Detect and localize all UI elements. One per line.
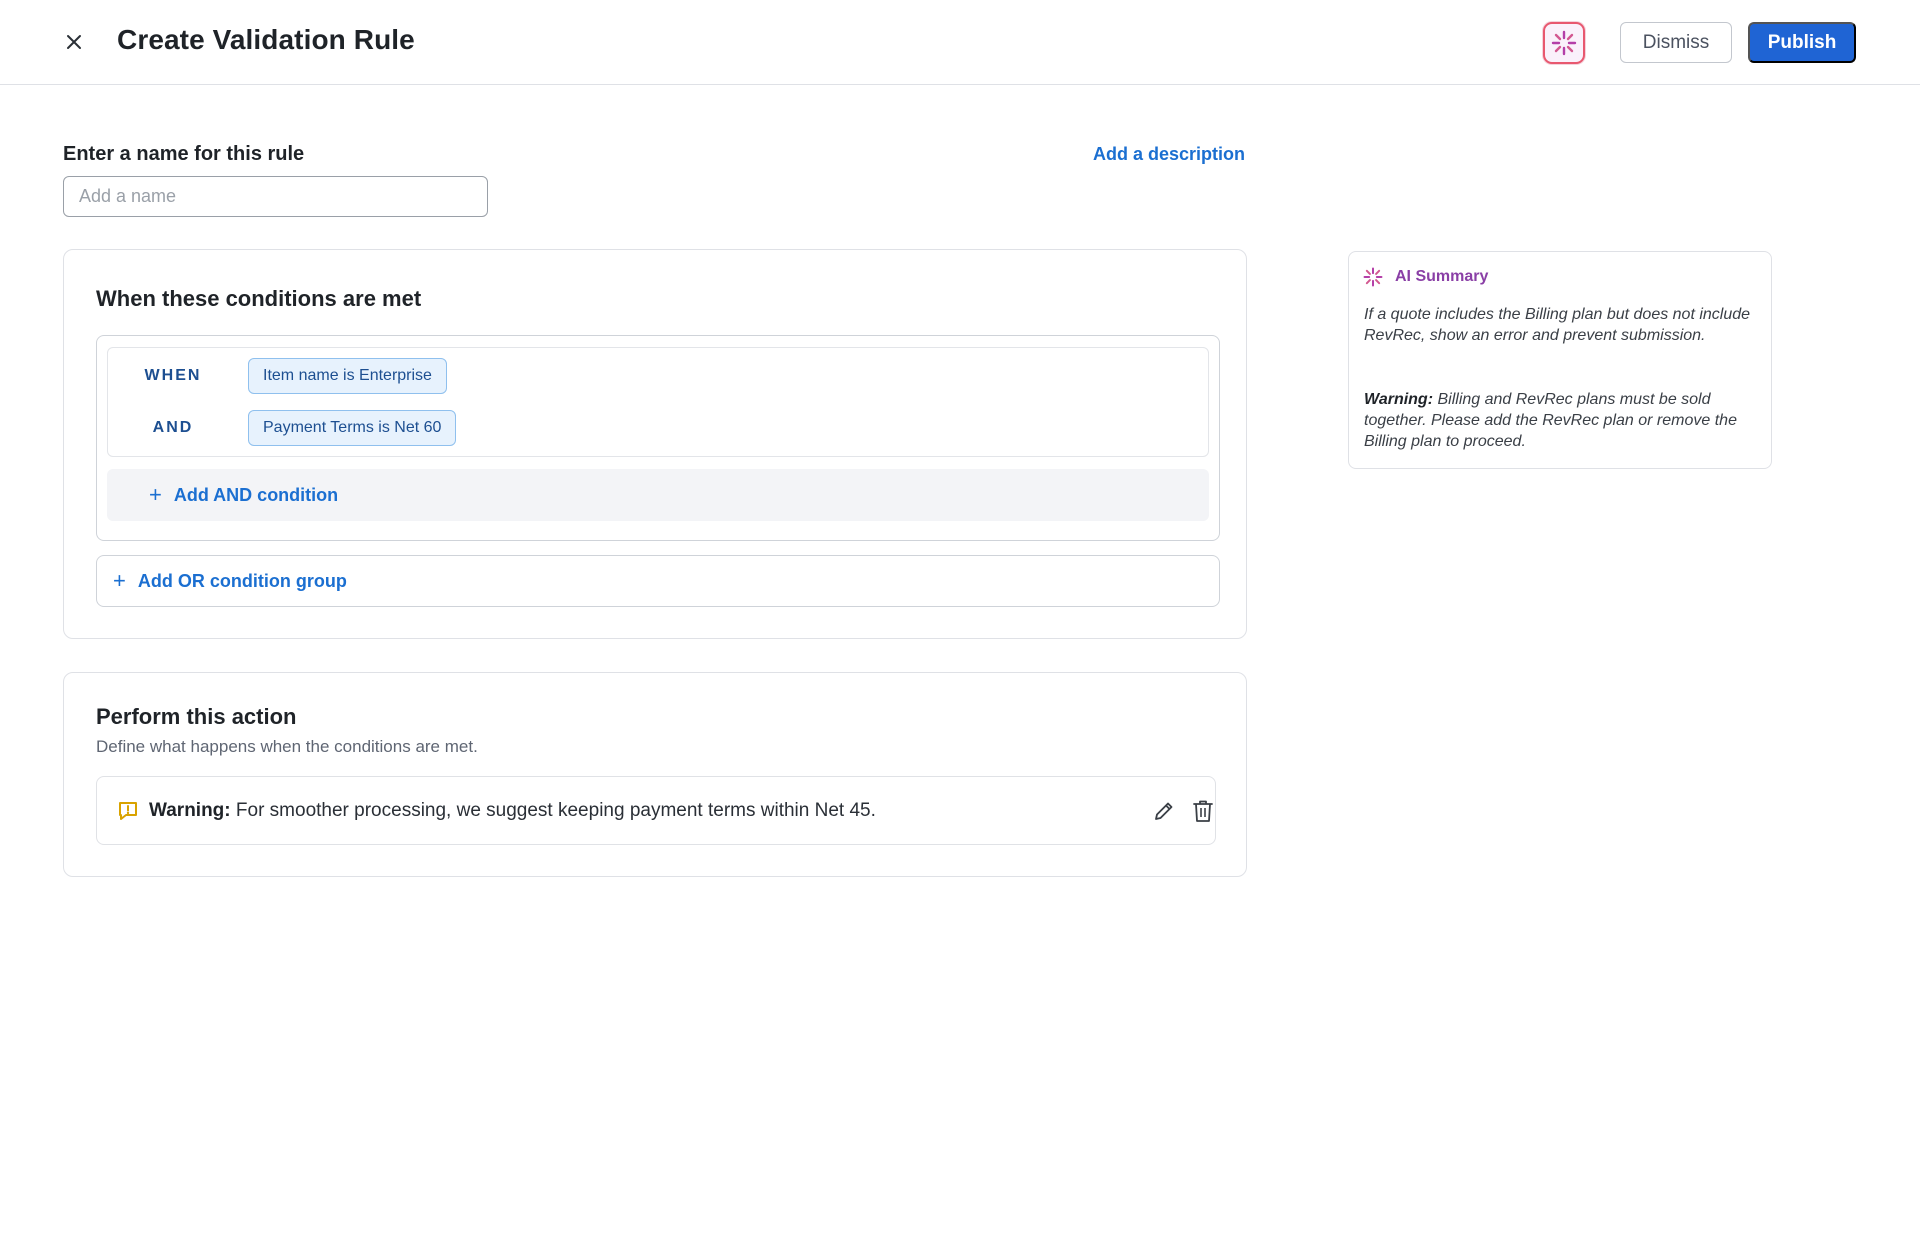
conditions-card: When these conditions are met WHEN Item … (63, 249, 1247, 639)
condition-row: WHEN Item name is Enterprise (108, 358, 1208, 394)
publish-button[interactable]: Publish (1748, 22, 1856, 63)
add-and-condition-button[interactable]: + Add AND condition (107, 469, 1209, 521)
plus-icon: + (113, 568, 126, 593)
ai-summary-warning-label: Warning: (1364, 391, 1434, 408)
ai-summary-warning: Warning: Billing and RevRec plans must b… (1364, 389, 1759, 452)
action-title: Perform this action (96, 704, 297, 729)
action-message-text: For smoother processing, we suggest keep… (230, 800, 876, 821)
rule-name-input[interactable] (63, 176, 488, 217)
close-icon (67, 35, 81, 49)
sparkle-icon (1363, 267, 1383, 287)
condition-operator: AND (152, 419, 194, 436)
action-type-label: Warning: (149, 800, 231, 821)
add-or-condition-group-button[interactable]: + Add OR condition group (96, 555, 1220, 607)
ai-summary-header: AI Summary (1363, 267, 1488, 287)
ai-summary-text: If a quote includes the Billing plan but… (1364, 306, 1751, 344)
condition-operator: WHEN (144, 367, 202, 384)
page-title: Create Validation Rule (117, 24, 415, 55)
conditions-title: When these conditions are met (96, 286, 422, 311)
add-and-condition-label: Add AND condition (173, 484, 339, 505)
action-subtitle: Define what happens when the conditions … (96, 737, 478, 756)
header-bar: Create Validation Rule Dismiss Publish (0, 0, 1920, 85)
condition-row: AND Payment Terms is Net 60 (108, 410, 1208, 446)
rule-name-label: Enter a name for this rule (63, 143, 305, 165)
condition-chip[interactable]: Payment Terms is Net 60 (248, 410, 457, 446)
action-item: Warning: For smoother processing, we sug… (96, 776, 1216, 845)
action-card: Perform this action Define what happens … (63, 672, 1247, 877)
add-description-link[interactable]: Add a description (1093, 144, 1245, 165)
sparkle-icon (1551, 30, 1577, 56)
ai-assist-button[interactable] (1543, 22, 1585, 64)
action-message: Warning: For smoother processing, we sug… (149, 800, 876, 822)
trash-icon[interactable] (1192, 799, 1214, 823)
plus-icon: + (149, 482, 162, 507)
close-button[interactable] (58, 26, 90, 58)
ai-summary-panel: AI Summary If a quote includes the Billi… (1348, 251, 1772, 469)
pencil-icon[interactable] (1152, 799, 1176, 823)
condition-group: WHEN Item name is Enterprise AND Payment… (96, 335, 1220, 541)
condition-rows: WHEN Item name is Enterprise AND Payment… (107, 347, 1209, 457)
ai-summary-title: AI Summary (1395, 268, 1489, 285)
dismiss-button[interactable]: Dismiss (1620, 22, 1732, 63)
add-or-condition-group-label: Add OR condition group (137, 570, 347, 591)
condition-chip[interactable]: Item name is Enterprise (248, 358, 447, 394)
warning-message-icon (119, 802, 137, 820)
